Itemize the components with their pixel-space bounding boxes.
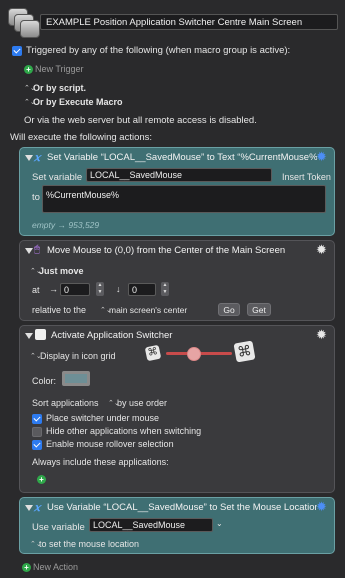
x-coordinate-field[interactable]: 0: [60, 283, 90, 296]
action-application-switcher[interactable]: Activate Application Switcher ✹ ⌃⌄ Displ…: [19, 325, 335, 493]
use-variable-label: Use variable: [32, 522, 85, 533]
arrow-right-icon: →: [57, 220, 67, 230]
macro-icon: [6, 6, 40, 40]
action-set-variable[interactable]: 𝑥 Set Variable “LOCAL__SavedMouse” to Te…: [19, 147, 335, 236]
large-icon-preview: ⌘: [233, 340, 256, 363]
result-preview: empty → 953,529: [32, 220, 100, 230]
set-variable-label: Set variable: [32, 172, 83, 183]
text-value-field[interactable]: %CurrentMouse%: [42, 185, 326, 213]
always-include-label: Always include these applications:: [32, 457, 169, 467]
gear-icon[interactable]: ✹: [316, 328, 330, 342]
disclosure-triangle-icon[interactable]: [25, 155, 33, 161]
sort-popup[interactable]: by use order: [117, 398, 167, 408]
arrow-right-icon: →: [49, 284, 58, 294]
get-button[interactable]: Get: [247, 303, 271, 316]
variable-mode-popup[interactable]: to set the mouse location: [39, 539, 139, 549]
y-stepper[interactable]: ▲ ▼: [161, 282, 169, 296]
slider-knob[interactable]: [187, 347, 201, 361]
to-label: to: [32, 192, 40, 203]
gear-icon[interactable]: ✹: [316, 150, 330, 164]
place-under-mouse-label: Place switcher under mouse: [46, 413, 160, 423]
x-stepper[interactable]: ▲ ▼: [96, 282, 104, 296]
disclosure-triangle-icon[interactable]: [25, 505, 33, 511]
hide-other-apps-checkbox[interactable]: [32, 427, 42, 437]
variable-x-icon: 𝑥: [34, 151, 41, 164]
at-label: at: [32, 285, 40, 295]
action-title: Activate Application Switcher: [51, 330, 173, 341]
mouse-rollover-label: Enable mouse rollover selection: [46, 439, 174, 449]
triggered-label: Triggered by any of the following (when …: [26, 45, 291, 56]
macro-name-field[interactable]: EXAMPLE Position Application Switcher Ce…: [40, 14, 338, 30]
gear-icon[interactable]: ✹: [316, 500, 330, 514]
disclosure-triangle-icon[interactable]: [25, 248, 33, 254]
new-trigger-plus-icon[interactable]: +: [24, 65, 33, 74]
web-server-note: Or via the web server but all remote acc…: [24, 115, 257, 126]
sort-label: Sort applications: [32, 398, 99, 408]
move-mode-popup[interactable]: Just move: [39, 266, 84, 276]
action-title: Use Variable “LOCAL__SavedMouse” to Set …: [47, 502, 317, 513]
will-execute-label: Will execute the following actions:: [10, 132, 153, 143]
relative-to-popup[interactable]: main screen's center: [109, 305, 187, 315]
action-use-variable[interactable]: 𝑥 Use Variable “LOCAL__SavedMouse” to Se…: [19, 497, 335, 554]
color-swatch: [65, 374, 87, 383]
action-move-mouse[interactable]: 🖱 Move Mouse to (0,0) from the Center of…: [19, 240, 335, 321]
go-button[interactable]: Go: [218, 303, 240, 316]
chevron-down-icon[interactable]: ⌄: [216, 519, 223, 528]
mouse-cursor-icon: 🖱: [34, 244, 40, 255]
disclosure-triangle-icon[interactable]: [25, 333, 33, 339]
display-mode-popup[interactable]: Display in icon grid: [40, 351, 116, 361]
y-coordinate-field[interactable]: 0: [128, 283, 156, 296]
app-switcher-icon: [35, 329, 46, 340]
add-application-plus-icon[interactable]: +: [37, 475, 46, 484]
new-trigger-button[interactable]: New Trigger: [35, 64, 84, 74]
hide-other-apps-label: Hide other applications when switching: [46, 426, 202, 436]
mouse-rollover-checkbox[interactable]: [32, 440, 42, 450]
gear-icon[interactable]: ✹: [316, 243, 330, 257]
small-icon-preview: ⌘: [144, 344, 162, 362]
variable-name-field[interactable]: LOCAL__SavedMouse: [86, 168, 272, 182]
or-by-execute-macro-popup[interactable]: Or by Execute Macro: [33, 97, 123, 107]
new-action-plus-icon[interactable]: +: [22, 563, 31, 572]
place-under-mouse-checkbox[interactable]: [32, 414, 42, 424]
color-label: Color:: [32, 376, 57, 386]
new-action-button[interactable]: New Action: [33, 562, 78, 572]
variable-name-field[interactable]: LOCAL__SavedMouse: [89, 518, 213, 532]
color-well[interactable]: [62, 371, 90, 386]
triggered-checkbox[interactable]: [12, 46, 22, 56]
action-title: Set Variable “LOCAL__SavedMouse” to Text…: [47, 152, 317, 163]
relative-to-label: relative to the: [32, 305, 87, 315]
action-title: Move Mouse to (0,0) from the Center of t…: [47, 245, 286, 256]
arrow-down-icon: ↓: [116, 284, 121, 294]
variable-x-icon: 𝑥: [34, 501, 41, 514]
or-by-script-popup[interactable]: Or by script.: [33, 83, 86, 93]
